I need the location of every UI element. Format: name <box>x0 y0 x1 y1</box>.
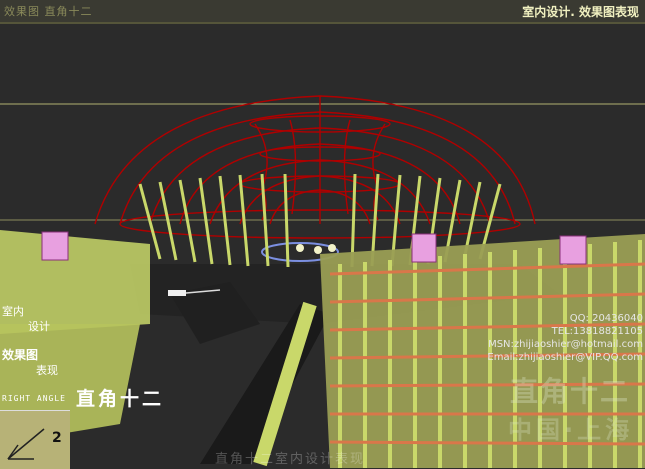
dome-wireframe <box>94 95 536 239</box>
lamp-globe <box>296 244 304 252</box>
brand-chinese: 直角十二 <box>76 388 165 410</box>
label-rendering: 效果图 <box>2 348 39 362</box>
contact-qq: QQ: 20436040 <box>569 313 643 324</box>
lamp-globe <box>328 244 336 252</box>
axis-gizmo-icon <box>7 428 45 460</box>
contact-tel: TEL:13818821105 <box>551 326 643 337</box>
watermark-location: 中国·上海 <box>508 416 634 444</box>
header-left-title: 效果图 直角十二 <box>4 5 93 18</box>
contact-email: Email:zhijiaoshier@VIP.QQ.com <box>487 352 643 363</box>
contact-msn: MSN:zhijiaoshier@hotmail.com <box>488 339 643 350</box>
bottom-watermark: 直角十二室内设计表现 <box>215 452 366 467</box>
label-expression: 表现 <box>36 364 58 377</box>
title-bar: 效果图 直角十二 室内设计. 效果图表现 <box>0 0 645 24</box>
header-right-title: 室内设计. 效果图表现 <box>522 5 639 19</box>
viewport-number: 2 <box>52 430 62 446</box>
label-indoor: 室内 <box>2 305 24 318</box>
bench <box>168 290 186 296</box>
lamp-globe <box>314 246 322 254</box>
brand-english: RIGHT ANGLE <box>2 394 66 403</box>
watermark-brand: 直角十二 <box>510 375 631 408</box>
label-design: 设计 <box>28 320 50 333</box>
